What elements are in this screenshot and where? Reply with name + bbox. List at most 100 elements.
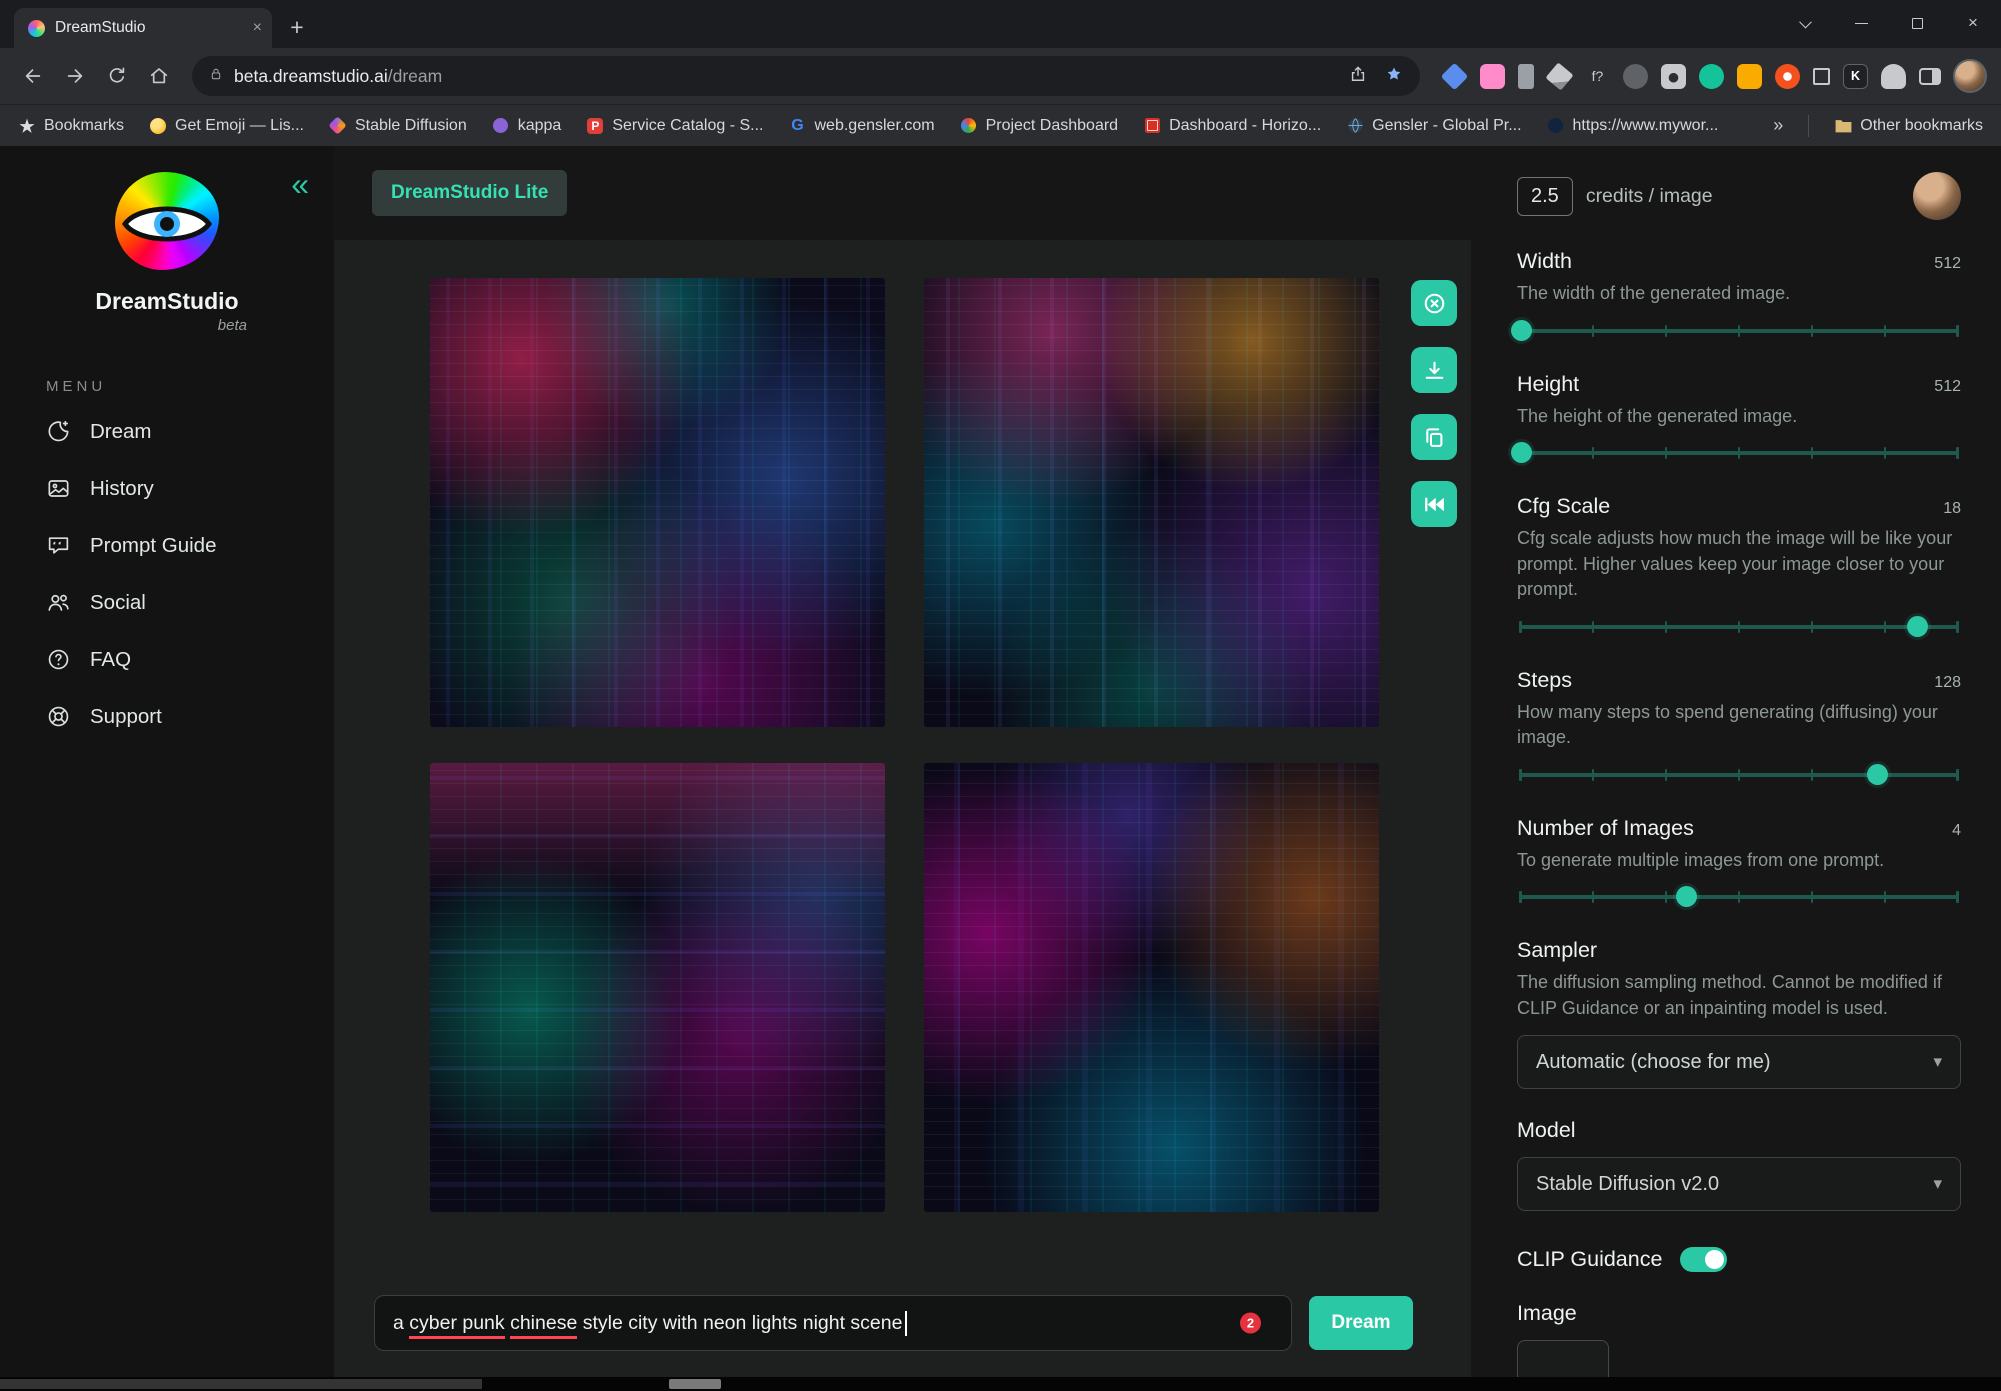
cfg-scale-slider-thumb[interactable] [1906, 615, 1928, 637]
dream-button[interactable]: Dream [1309, 1296, 1413, 1350]
bookmark-extension-icon[interactable] [1518, 63, 1534, 89]
cfg-scale-slider[interactable] [1517, 615, 1961, 639]
horizontal-scrollbar-segment[interactable] [669, 1379, 721, 1389]
sampler-label: Sampler [1517, 938, 1598, 963]
back-button[interactable] [14, 57, 52, 95]
credits-row: 2.5 credits / image [1517, 172, 1961, 220]
spellcheck-underline: cyber punk [409, 1311, 505, 1339]
home-button[interactable] [140, 57, 178, 95]
sidebar-item-prompt-guide[interactable]: Prompt Guide [0, 517, 334, 574]
pink-extension-icon[interactable] [1480, 63, 1505, 89]
dreamstudio-lite-badge[interactable]: DreamStudio Lite [372, 170, 568, 216]
window-close-button[interactable]: × [1945, 0, 2001, 46]
clip-guidance-toggle[interactable] [1680, 1247, 1728, 1273]
browser-profile-avatar[interactable] [1953, 59, 1987, 93]
dreamstudio-logo[interactable] [103, 170, 231, 280]
collapse-sidebar-icon[interactable]: « [291, 168, 309, 200]
generated-image-1[interactable] [430, 278, 885, 727]
p-favicon: P [587, 117, 604, 134]
copy-button[interactable] [1411, 414, 1457, 460]
width-label: Width [1517, 249, 1572, 273]
browser-tab[interactable]: DreamStudio × [14, 8, 272, 48]
clear-results-button[interactable] [1411, 280, 1457, 326]
lock-icon [208, 66, 224, 87]
orange-extension-icon[interactable] [1775, 63, 1800, 89]
sidebar-item-faq[interactable]: FAQ [0, 631, 334, 688]
bookmark-item-kappa[interactable]: kappa [492, 117, 561, 135]
user-avatar[interactable] [1913, 172, 1961, 220]
bookmark-star-icon[interactable] [1384, 64, 1404, 89]
generated-image-2[interactable] [924, 278, 1379, 727]
window-chevron-icon[interactable] [1777, 0, 1833, 46]
camera-extension-icon[interactable] [1661, 63, 1686, 89]
crop-extension-icon[interactable] [1813, 67, 1830, 85]
image-actions [1411, 280, 1457, 527]
number-of-images-slider[interactable] [1517, 885, 1961, 909]
sidebar-item-dream[interactable]: Dream [0, 403, 334, 460]
height-slider-thumb[interactable] [1511, 442, 1533, 464]
window-minimize-button[interactable] [1833, 0, 1889, 46]
faq-icon [48, 649, 69, 670]
globe-favicon [1346, 117, 1364, 135]
sidebar-item-support[interactable]: Support [0, 688, 334, 745]
fn-extension-icon[interactable]: f? [1585, 64, 1610, 89]
bookmark-item-get-emoji[interactable]: Get Emoji — Lis... [149, 117, 304, 135]
width-section: Width 512 The width of the generated ima… [1511, 249, 1961, 343]
init-image-picker[interactable]: None [1517, 1340, 1609, 1377]
generated-image-4[interactable] [924, 763, 1379, 1212]
sparkle-favicon [961, 118, 977, 133]
forward-button[interactable] [56, 57, 94, 95]
main-header: DreamStudio Lite [334, 146, 1471, 240]
bookmarks-overflow-icon[interactable]: » [1773, 115, 1783, 136]
cfg-scale-value: 18 [1943, 500, 1961, 518]
bookmark-item-bookmarks[interactable]: ★ Bookmarks [18, 117, 124, 136]
browser-toolbar: beta.dreamstudio.ai/dream f? K [0, 48, 2001, 104]
side-panel-icon[interactable] [1919, 67, 1941, 85]
download-button[interactable] [1411, 347, 1457, 393]
new-tab-button[interactable]: + [280, 10, 314, 44]
layers-extension-icon[interactable] [1440, 62, 1469, 90]
height-value: 512 [1934, 377, 1961, 395]
address-bar[interactable]: beta.dreamstudio.ai/dream [192, 56, 1420, 96]
sampler-section: Sampler The diffusion sampling method. C… [1517, 938, 1961, 1090]
number-of-images-value: 4 [1952, 821, 1961, 839]
sampler-select[interactable]: Automatic (choose for me) ▾ [1517, 1035, 1961, 1090]
gray-dot-extension-icon[interactable] [1623, 63, 1648, 89]
steps-slider-thumb[interactable] [1866, 763, 1888, 785]
width-slider[interactable] [1511, 319, 1961, 343]
height-description: The height of the generated image. [1517, 405, 1798, 426]
grammarly-extension-icon[interactable] [1699, 63, 1724, 89]
other-bookmarks-button[interactable]: Other bookmarks [1834, 117, 1983, 135]
share-icon[interactable] [1348, 64, 1368, 89]
horizontal-scrollbar[interactable] [0, 1377, 2001, 1391]
model-select[interactable]: Stable Diffusion v2.0 ▾ [1517, 1157, 1961, 1212]
bookmark-item-service-catalog[interactable]: P Service Catalog - S... [586, 117, 764, 135]
sidebar-item-social[interactable]: Social [0, 574, 334, 631]
yellow-extension-icon[interactable] [1737, 63, 1762, 89]
prompt-input[interactable]: a cyber punk chinese style city with neo… [374, 1295, 1292, 1351]
refresh-button[interactable] [98, 57, 136, 95]
bookmark-item-gensler-global[interactable]: Gensler - Global Pr... [1346, 117, 1522, 135]
number-of-images-slider-thumb[interactable] [1675, 886, 1697, 908]
k-extension-icon[interactable]: K [1843, 63, 1868, 89]
pencil-extension-icon[interactable] [1545, 61, 1574, 91]
width-slider-thumb[interactable] [1511, 319, 1533, 341]
horizontal-scrollbar-thumb[interactable] [0, 1379, 482, 1389]
bookmark-item-dashboard-horizon[interactable]: Dashboard - Horizo... [1143, 117, 1321, 135]
height-slider[interactable] [1511, 441, 1961, 465]
logo-eye-icon [121, 206, 213, 242]
puzzle-extension-icon[interactable] [1881, 63, 1906, 89]
menu-label: MENU [46, 378, 107, 395]
support-icon [48, 706, 69, 727]
bookmark-item-gensler-web[interactable]: Gweb.gensler.com [789, 117, 934, 135]
bookmark-item-stable-diffusion[interactable]: Stable Diffusion [328, 116, 467, 135]
tab-close-icon[interactable]: × [253, 19, 262, 37]
bookmark-item-mywork[interactable]: https://www.mywor... [1547, 117, 1718, 135]
rerun-button[interactable] [1411, 481, 1457, 527]
bookmark-item-project-dashboard[interactable]: Project Dashboard [960, 117, 1118, 135]
sidebar-item-history[interactable]: History [0, 460, 334, 517]
steps-slider[interactable] [1517, 763, 1961, 787]
chevron-down-icon: ▾ [1933, 1052, 1942, 1072]
generated-image-3[interactable] [430, 763, 885, 1212]
window-maximize-button[interactable] [1889, 0, 1945, 46]
